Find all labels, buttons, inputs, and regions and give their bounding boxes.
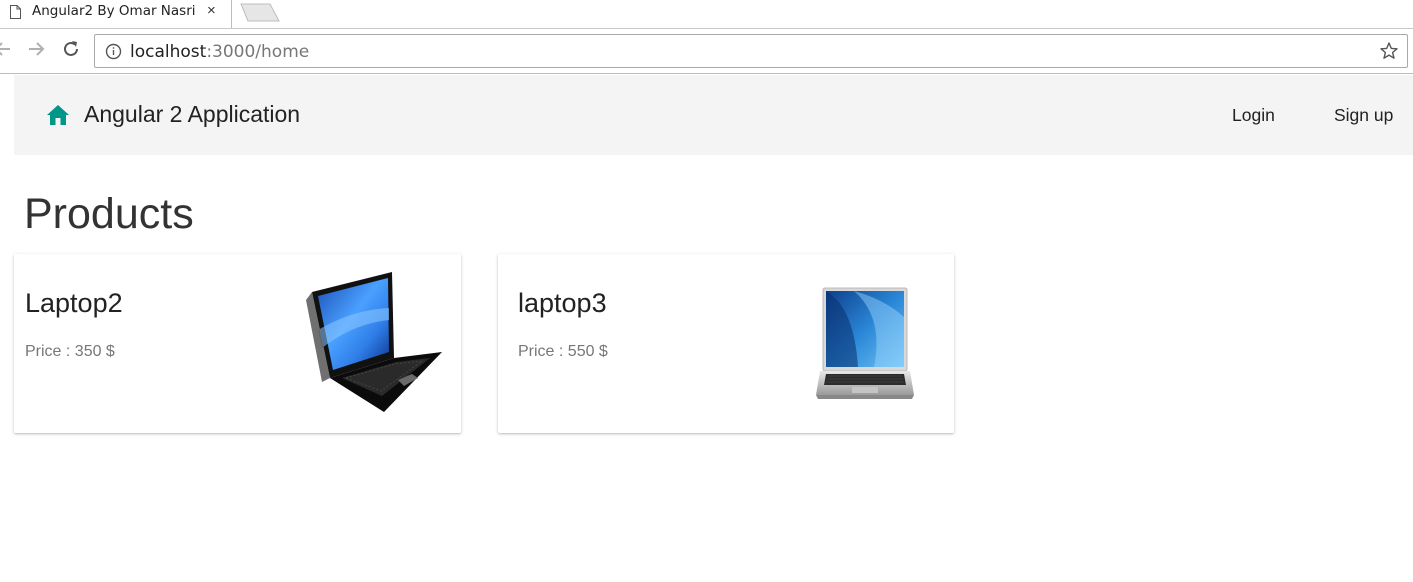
product-name: laptop3	[518, 288, 607, 318]
home-icon[interactable]	[46, 104, 70, 126]
app-brand[interactable]: Angular 2 Application	[84, 101, 300, 128]
laptop-silver-image	[816, 287, 914, 399]
product-card[interactable]: Laptop2 Price : 350 $	[14, 254, 461, 433]
browser-toolbar: localhost:3000/home	[0, 29, 1413, 74]
url-host: localhost	[130, 42, 207, 62]
bookmark-star-icon[interactable]	[1379, 41, 1399, 61]
product-price: Price : 350 $	[25, 343, 115, 360]
app-navbar: Angular 2 Application Login Sign up	[14, 75, 1413, 155]
page-title: Products	[24, 190, 194, 238]
url-text[interactable]: localhost:3000/home	[130, 42, 309, 62]
tab-title: Angular2 By Omar Nasri	[32, 3, 196, 19]
page-icon	[10, 5, 21, 19]
forward-icon[interactable]	[25, 38, 47, 60]
new-tab-button[interactable]	[240, 3, 280, 22]
signup-link[interactable]: Sign up	[1334, 105, 1393, 126]
address-bar[interactable]: localhost:3000/home	[94, 34, 1408, 68]
reload-icon[interactable]	[60, 38, 82, 60]
url-path: :3000/home	[206, 42, 310, 62]
laptop-black-image	[306, 272, 442, 412]
back-icon[interactable]	[0, 38, 14, 60]
login-link[interactable]: Login	[1232, 105, 1275, 126]
product-card[interactable]: laptop3 Price : 550 $	[498, 254, 954, 433]
tab-close-icon[interactable]: ×	[207, 2, 216, 19]
browser-tabstrip: Angular2 By Omar Nasri ×	[0, 0, 1413, 30]
product-price: Price : 550 $	[518, 343, 608, 360]
info-icon[interactable]	[105, 43, 122, 60]
product-name: Laptop2	[25, 288, 123, 318]
browser-tab[interactable]: Angular2 By Omar Nasri ×	[0, 0, 232, 30]
